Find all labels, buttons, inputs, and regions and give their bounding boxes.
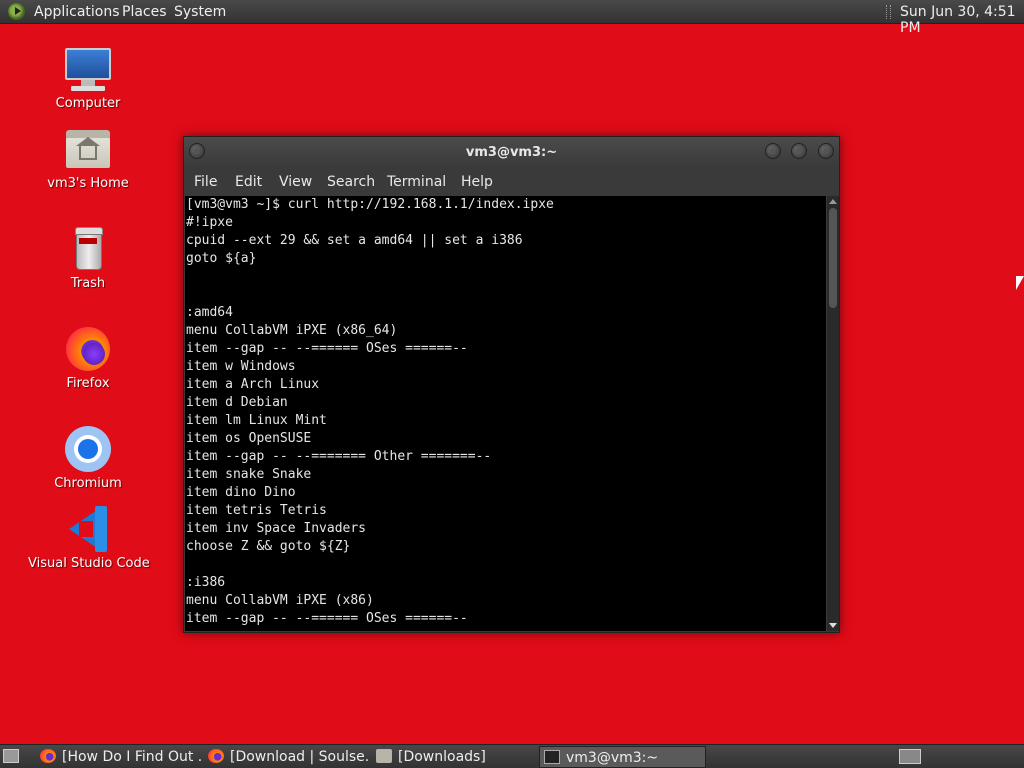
desktop-icon-label: vm3's Home	[47, 176, 129, 191]
desktop-icon-label: Computer	[55, 96, 121, 111]
firefox-icon	[208, 749, 224, 763]
desktop-icon-home[interactable]: vm3's Home	[28, 124, 148, 191]
scroll-down-arrow-icon[interactable]	[829, 623, 837, 628]
taskbar-item-active[interactable]: vm3@vm3:~	[539, 746, 706, 768]
desktop-icon-trash[interactable]: Trash	[28, 224, 148, 291]
top-panel: Applications Places System Sun Jun 30, 4…	[0, 0, 1024, 36]
menu-terminal[interactable]: Terminal	[387, 174, 446, 190]
desktop-icon-chromium[interactable]: Chromium	[28, 424, 148, 491]
firefox-icon	[63, 324, 113, 374]
minimize-button[interactable]	[765, 143, 781, 159]
desktop-icon-label: Trash	[70, 276, 106, 291]
taskbar-item-label: [How Do I Find Out ...	[62, 749, 202, 765]
mouse-cursor-icon	[1016, 276, 1024, 290]
maximize-button[interactable]	[791, 143, 807, 159]
gnome-foot-icon[interactable]	[8, 3, 25, 20]
menu-help[interactable]: Help	[461, 174, 493, 190]
window-title: vm3@vm3:~	[465, 145, 558, 160]
scroll-up-arrow-icon[interactable]	[829, 199, 837, 204]
terminal-menubar: File Edit View Search Terminal Help	[184, 167, 839, 195]
menu-view[interactable]: View	[279, 174, 312, 190]
desktop-icon-label: Visual Studio Code	[28, 556, 150, 571]
terminal-window[interactable]: vm3@vm3:~ File Edit View Search Terminal…	[183, 136, 840, 633]
panel-handle-icon	[886, 5, 891, 19]
terminal-icon	[544, 750, 560, 764]
desktop-icon-vscode[interactable]: Visual Studio Code	[28, 504, 150, 571]
taskbar-item-label: [Downloads]	[398, 749, 486, 765]
workspace-switcher[interactable]	[899, 749, 921, 764]
scrollbar-thumb[interactable]	[829, 208, 837, 308]
chromium-icon	[63, 424, 113, 474]
show-desktop-button[interactable]	[3, 749, 19, 763]
clock[interactable]: Sun Jun 30, 4:51 PM	[900, 4, 1024, 36]
menu-search[interactable]: Search	[327, 174, 375, 190]
taskbar-item-label: vm3@vm3:~	[566, 750, 659, 766]
desktop-icon-label: Firefox	[66, 376, 110, 391]
folder-icon	[376, 749, 392, 763]
firefox-icon	[40, 749, 56, 763]
close-button[interactable]	[818, 143, 834, 159]
computer-icon	[63, 44, 113, 94]
places-menu[interactable]: Places	[122, 4, 167, 20]
desktop-icon-computer[interactable]: Computer	[28, 44, 148, 111]
window-titlebar[interactable]: vm3@vm3:~	[184, 137, 839, 167]
home-folder-icon	[63, 124, 113, 174]
taskbar-item[interactable]: [How Do I Find Out ...	[36, 746, 202, 768]
taskbar-item-label: [Download | Soulse...	[230, 749, 370, 765]
taskbar-item[interactable]: [Downloads]	[372, 746, 538, 768]
menu-file[interactable]: File	[194, 174, 217, 190]
trash-icon	[63, 224, 113, 274]
desktop-icon-label: Chromium	[54, 476, 122, 491]
bottom-panel: [How Do I Find Out ... [Download | Souls…	[0, 744, 1024, 768]
terminal-output[interactable]: [vm3@vm3 ~]$ curl http://192.168.1.1/ind…	[185, 196, 826, 631]
menu-edit[interactable]: Edit	[235, 174, 262, 190]
system-menu[interactable]: System	[174, 4, 226, 20]
taskbar-item[interactable]: [Download | Soulse...	[204, 746, 370, 768]
terminal-scrollbar[interactable]	[827, 196, 839, 631]
terminal-text: [vm3@vm3 ~]$ curl http://192.168.1.1/ind…	[186, 197, 554, 626]
vscode-icon	[63, 504, 113, 554]
desktop-icon-firefox[interactable]: Firefox	[28, 324, 148, 391]
applications-menu[interactable]: Applications	[34, 4, 120, 20]
